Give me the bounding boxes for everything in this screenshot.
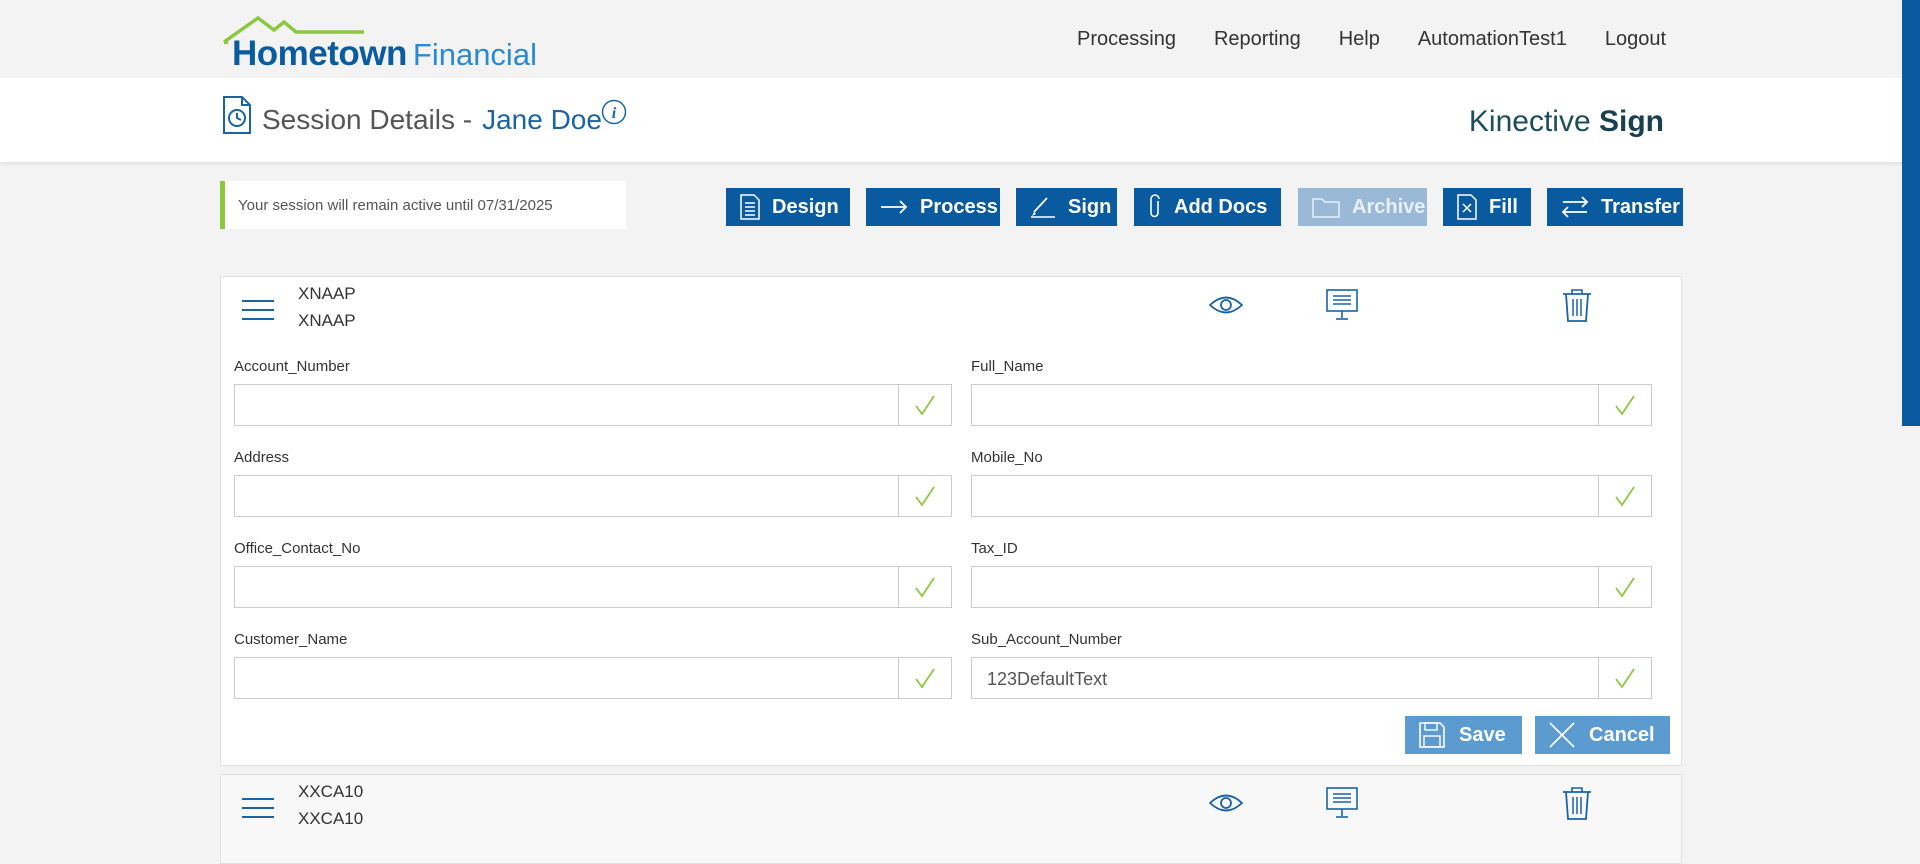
main-nav: Processing Reporting Help AutomationTest…: [1077, 28, 1666, 51]
session-title-label: Session Details -: [262, 104, 473, 135]
brand-kinective: Kinective: [1468, 105, 1591, 138]
document-panel-xxca10: XXCA10 XXCA10: [220, 774, 1682, 864]
info-icon[interactable]: i: [601, 99, 627, 130]
archive-label: Archive: [1352, 195, 1426, 218]
page-scrollbar[interactable]: [1902, 0, 1920, 426]
nav-help[interactable]: Help: [1339, 28, 1380, 51]
monitor-present-icon[interactable]: [1326, 289, 1358, 326]
process-label: Process: [920, 195, 998, 218]
office-contact-no-field[interactable]: [234, 566, 952, 608]
page-title: Session Details - Jane Doe: [262, 104, 602, 136]
hometown-financial-logo[interactable]: Hometown Financial: [222, 14, 562, 74]
field-label-full-name: Full_Name: [971, 358, 1044, 375]
cancel-label: Cancel: [1589, 723, 1655, 746]
document-name-line1: XNAAP: [298, 284, 356, 303]
checkmark-icon[interactable]: [1598, 658, 1651, 698]
account-number-field[interactable]: [234, 384, 952, 426]
document-list-icon: [740, 194, 760, 220]
close-icon: [1549, 722, 1575, 748]
kinective-sign-brand: Kinective Sign: [1469, 105, 1664, 139]
full-name-field[interactable]: [971, 384, 1652, 426]
document-name-line1: XXCA10: [298, 782, 364, 801]
transfer-arrows-icon: [1561, 196, 1589, 218]
field-label-account-number: Account_Number: [234, 358, 350, 375]
checkmark-icon[interactable]: [1598, 476, 1651, 516]
document-name-line2: XNAAP: [298, 311, 356, 330]
floppy-disk-icon: [1419, 722, 1445, 748]
arrow-right-icon: [880, 200, 908, 214]
transfer-label: Transfer: [1601, 195, 1680, 218]
field-label-mobile-no: Mobile_No: [971, 449, 1043, 466]
save-button[interactable]: Save: [1405, 716, 1522, 754]
hamburger-menu-icon[interactable]: [242, 797, 274, 824]
save-label: Save: [1459, 723, 1506, 746]
logo-text-financial: Financial: [412, 37, 537, 72]
sign-label: Sign: [1068, 195, 1112, 218]
checkmark-icon[interactable]: [1598, 385, 1651, 425]
field-value: 123DefaultText: [987, 669, 1108, 689]
nav-logout[interactable]: Logout: [1605, 28, 1666, 51]
trash-delete-icon[interactable]: [1562, 288, 1592, 327]
field-label-office-contact-no: Office_Contact_No: [234, 540, 361, 557]
checkmark-icon[interactable]: [898, 385, 951, 425]
document-name-line2: XXCA10: [298, 809, 364, 828]
trash-delete-icon[interactable]: [1562, 786, 1592, 825]
design-button[interactable]: Design: [726, 188, 850, 226]
process-button[interactable]: Process: [866, 188, 1000, 226]
checkmark-icon[interactable]: [898, 476, 951, 516]
tax-id-field[interactable]: [971, 566, 1652, 608]
mobile-no-field[interactable]: [971, 475, 1652, 517]
add-docs-button[interactable]: Add Docs: [1134, 188, 1281, 226]
field-label-address: Address: [234, 449, 290, 466]
nav-user-account[interactable]: AutomationTest1: [1418, 28, 1567, 51]
hamburger-menu-icon[interactable]: [242, 299, 274, 326]
field-label-tax-id: Tax_ID: [971, 540, 1018, 557]
brand-sign: Sign: [1599, 105, 1664, 138]
paperclip-icon: [1148, 194, 1162, 220]
field-label-customer-name: Customer_Name: [234, 631, 348, 648]
folder-icon: [1312, 196, 1340, 218]
pen-sign-icon: [1030, 195, 1056, 219]
checkmark-icon[interactable]: [898, 567, 951, 607]
eye-view-icon[interactable]: [1208, 294, 1244, 321]
fill-label: Fill: [1489, 195, 1518, 218]
nav-processing[interactable]: Processing: [1077, 28, 1176, 51]
sign-button[interactable]: Sign: [1016, 188, 1117, 226]
field-label-sub-account-number: Sub_Account_Number: [971, 631, 1122, 648]
fill-button[interactable]: Fill: [1443, 188, 1531, 226]
customer-name-field[interactable]: [234, 657, 952, 699]
monitor-present-icon[interactable]: [1326, 787, 1358, 824]
address-field[interactable]: [234, 475, 952, 517]
checkmark-icon[interactable]: [1598, 567, 1651, 607]
session-signer-name: Jane Doe: [482, 104, 602, 135]
checkmark-icon[interactable]: [898, 658, 951, 698]
archive-button[interactable]: Archive: [1298, 188, 1427, 226]
session-notice-text: Your session will remain active until 07…: [238, 197, 553, 214]
nav-reporting[interactable]: Reporting: [1214, 28, 1301, 51]
document-panel-xnaap: XNAAP XNAAP Account_Number Full_Name Add…: [220, 276, 1682, 766]
add-docs-label: Add Docs: [1174, 195, 1268, 218]
logo-text-hometown: Hometown: [232, 34, 407, 73]
action-toolbar: Design Process Sign Add Docs Archive Fil…: [726, 188, 1683, 226]
cancel-button[interactable]: Cancel: [1535, 716, 1670, 754]
sub-account-number-field[interactable]: 123DefaultText: [971, 657, 1652, 699]
design-label: Design: [772, 195, 839, 218]
svg-text:i: i: [612, 105, 617, 122]
session-history-icon: [222, 96, 252, 139]
transfer-button[interactable]: Transfer: [1547, 188, 1683, 226]
session-active-notice: Your session will remain active until 07…: [220, 181, 626, 229]
document-edit-icon: [1457, 194, 1477, 220]
eye-view-icon[interactable]: [1208, 792, 1244, 819]
top-bar: Hometown Financial Processing Reporting H…: [0, 0, 1920, 78]
